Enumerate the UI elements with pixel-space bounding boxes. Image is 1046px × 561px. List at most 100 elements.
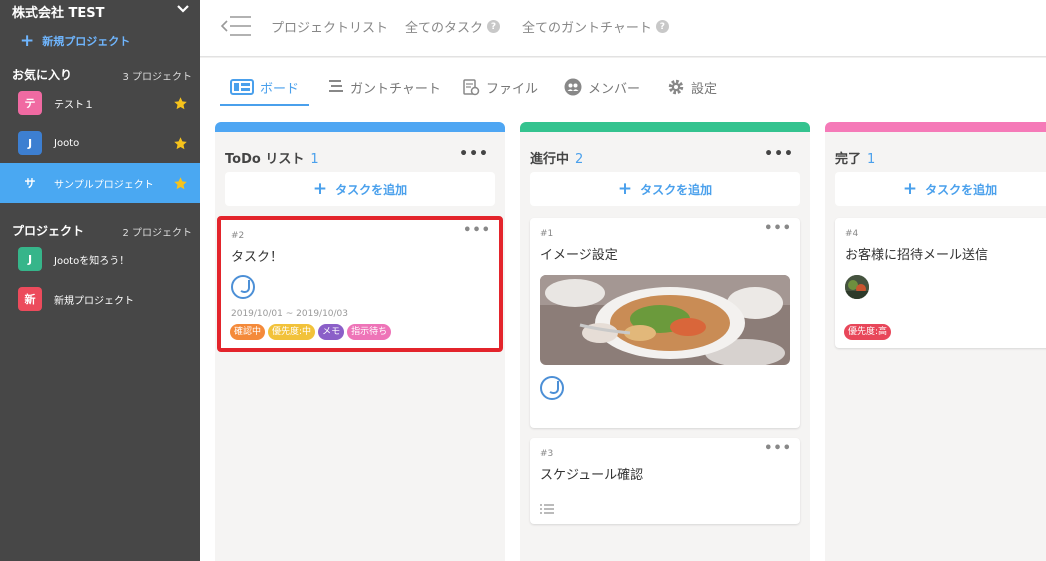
all-tasks-label: 全てのタスク	[405, 21, 484, 36]
plus-icon: +	[902, 179, 918, 199]
header: プロジェクトリスト 全てのタスク ? 全てのガントチャート ?	[200, 0, 1046, 57]
tag-label: 指示待ち	[347, 324, 392, 340]
column-color-bar	[520, 122, 810, 132]
sidebar-item-new-project[interactable]: 新 新規プロジェクト	[0, 279, 200, 319]
new-project-label: 新規プロジェクト	[42, 35, 131, 48]
tab-files[interactable]: ファイル	[462, 78, 538, 106]
task-card[interactable]: #3 ••• スケジュール確認	[530, 438, 800, 524]
star-icon[interactable]	[173, 176, 188, 191]
plus-icon: +	[20, 31, 35, 51]
task-number: #4	[845, 229, 859, 239]
task-card[interactable]: #1 ••• イメージ設定	[530, 218, 800, 428]
column-count: 1	[310, 152, 319, 167]
card-menu-button[interactable]: •••	[463, 223, 491, 238]
sidebar-item-jooto[interactable]: J Jooto	[0, 123, 200, 163]
column-count: 2	[575, 152, 584, 167]
sidebar-item-label: Jootoを知ろう！	[54, 255, 130, 267]
column-color-bar	[825, 122, 1046, 132]
tab-label: ボード	[260, 82, 300, 97]
company-name[interactable]: 株式会社 TEST	[12, 2, 105, 21]
sidebar-item-label: Jooto	[54, 137, 80, 149]
tab-gantt[interactable]: ガントチャート	[328, 78, 441, 106]
project-badge: 新	[18, 287, 42, 311]
task-title: お客様に招待メール送信	[845, 248, 989, 263]
add-task-label: タスクを追加	[640, 182, 713, 197]
column-title-text: ToDo リスト	[225, 152, 305, 167]
favorites-count: 3 プロジェクト	[122, 72, 192, 83]
card-menu-button[interactable]: •••	[764, 221, 792, 236]
members-icon	[564, 78, 582, 96]
project-badge: サ	[18, 171, 42, 195]
task-card[interactable]: #2 ••• タスク！ 2019/10/01 ~ 2019/10/03 確認中 …	[217, 216, 503, 352]
all-gantt-label: 全てのガントチャート	[522, 21, 652, 36]
avatar[interactable]	[540, 376, 564, 400]
favorites-heading: お気に入り	[12, 68, 73, 82]
task-number: #1	[540, 229, 554, 239]
sidebar-item-test1[interactable]: テ テスト１	[0, 83, 200, 123]
card-menu-button[interactable]: •••	[764, 441, 792, 456]
tab-settings[interactable]: 設定	[667, 78, 717, 106]
star-icon[interactable]	[173, 136, 188, 151]
column-title-text: 進行中	[530, 152, 570, 167]
add-task-button[interactable]: + タスクを追加	[835, 172, 1046, 206]
tab-members[interactable]: メンバー	[564, 78, 640, 106]
column-menu-button[interactable]: •••	[764, 146, 794, 162]
task-card[interactable]: #4 お客様に招待メール送信 優先度:高	[835, 218, 1046, 348]
chevron-down-icon[interactable]	[176, 3, 190, 15]
task-number: #2	[231, 231, 245, 241]
sidebar-item-learn-jooto[interactable]: J Jootoを知ろう！	[0, 239, 200, 279]
kanban-board: ToDo リスト 1 ••• + タスクを追加 #2 ••• タスク！ 2019/…	[200, 118, 1046, 561]
column-count: 1	[867, 152, 876, 167]
star-icon[interactable]	[173, 96, 188, 111]
new-project-button[interactable]: + 新規プロジェクト	[20, 31, 131, 51]
sidebar-item-label: 新規プロジェクト	[54, 295, 134, 307]
sidebar-item-label: テスト１	[54, 99, 94, 111]
add-task-label: タスクを追加	[925, 182, 998, 197]
tab-bar: ボード ガントチャート ファイル メンバー 設定	[200, 58, 1046, 118]
tag-label: 優先度:高	[844, 324, 892, 340]
tag-label: 確認中	[230, 324, 266, 340]
tab-label: ガントチャート	[350, 82, 441, 97]
project-list-link[interactable]: プロジェクトリスト	[271, 17, 388, 36]
add-task-button[interactable]: + タスクを追加	[225, 172, 495, 206]
plus-icon: +	[312, 179, 328, 199]
sidebar-item-label: サンプルプロジェクト	[54, 179, 154, 191]
project-badge: J	[18, 247, 42, 271]
all-tasks-link[interactable]: 全てのタスク ?	[405, 17, 501, 36]
help-icon[interactable]: ?	[655, 20, 669, 33]
task-dates: 2019/10/01 ~ 2019/10/03	[231, 309, 349, 319]
avatar[interactable]	[231, 275, 255, 299]
tab-label: ファイル	[486, 82, 539, 97]
column-menu-button[interactable]: •••	[459, 146, 489, 162]
checklist-icon	[540, 504, 554, 514]
plus-icon: +	[617, 179, 633, 199]
task-cover-image	[540, 275, 790, 365]
gantt-icon	[329, 80, 343, 92]
add-task-button[interactable]: + タスクを追加	[530, 172, 800, 206]
all-gantt-link[interactable]: 全てのガントチャート ?	[522, 17, 669, 36]
gear-icon	[668, 79, 684, 95]
project-badge: J	[18, 131, 42, 155]
add-task-label: タスクを追加	[335, 182, 408, 197]
sidebar: 株式会社 TEST + 新規プロジェクト お気に入り 3 プロジェクト テ テス…	[0, 0, 200, 561]
file-icon	[463, 79, 480, 96]
task-number: #3	[540, 449, 554, 459]
collapse-sidebar-icon[interactable]	[220, 14, 252, 38]
task-tags: 優先度:高	[844, 324, 892, 340]
avatar[interactable]	[845, 275, 869, 299]
column-done: 完了 1 + タスクを追加 #4 お客様に招待メール送信 優先度:高	[825, 122, 1046, 561]
help-icon[interactable]: ?	[487, 20, 501, 33]
task-title: タスク！	[231, 250, 284, 265]
column-title: ToDo リスト 1	[225, 148, 319, 167]
task-title: スケジュール確認	[540, 468, 644, 483]
tab-label: メンバー	[588, 82, 641, 97]
column-color-bar	[215, 122, 505, 132]
column-title-text: 完了	[835, 152, 862, 167]
column-in-progress: 進行中 2 ••• + タスクを追加 #1 ••• イメージ設定 #3 ••• …	[520, 122, 810, 561]
column-title: 完了 1	[835, 148, 875, 167]
tab-board[interactable]: ボード	[220, 78, 309, 106]
sidebar-item-sample-project[interactable]: サ サンプルプロジェクト	[0, 163, 200, 203]
project-badge: テ	[18, 91, 42, 115]
tag-label: メモ	[318, 324, 345, 340]
tab-label: 設定	[691, 82, 718, 97]
